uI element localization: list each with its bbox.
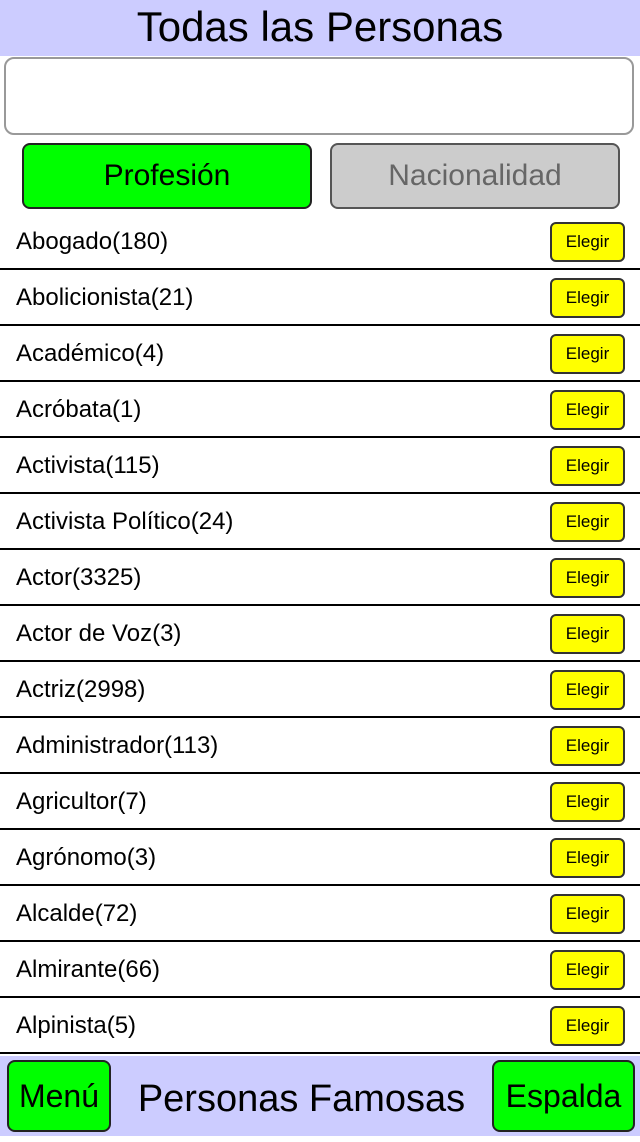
list-item: Abolicionista(21) Elegir xyxy=(0,270,640,326)
list-item-label: Actriz(2998) xyxy=(16,676,146,703)
search-input[interactable] xyxy=(4,57,634,135)
list-item: Almirante(66) Elegir xyxy=(0,942,640,998)
pick-button[interactable]: Elegir xyxy=(550,502,625,542)
list-item-label: Agrónomo(3) xyxy=(16,844,157,871)
list-item: Abogado(180) Elegir xyxy=(0,214,640,270)
footer-bar: Menú Personas Famosas Espalda xyxy=(0,1056,640,1136)
pick-button[interactable]: Elegir xyxy=(550,222,625,262)
list-item: Agricultor(7) Elegir xyxy=(0,774,640,830)
pick-button[interactable]: Elegir xyxy=(550,670,625,710)
back-button[interactable]: Espalda xyxy=(492,1060,635,1132)
pick-button[interactable]: Elegir xyxy=(550,782,625,822)
list-item: Alcalde(72) Elegir xyxy=(0,886,640,942)
pick-button[interactable]: Elegir xyxy=(550,334,625,374)
pick-button[interactable]: Elegir xyxy=(550,278,625,318)
pick-button[interactable]: Elegir xyxy=(550,558,625,598)
pick-button[interactable]: Elegir xyxy=(550,446,625,486)
list-item-label: Almirante(66) xyxy=(16,956,161,983)
list-item-label: Académico(4) xyxy=(16,340,165,367)
list-item: Activista Político(24) Elegir xyxy=(0,494,640,550)
list-item-label: Administrador(113) xyxy=(16,732,219,759)
tab-profession[interactable]: Profesión xyxy=(22,143,312,209)
list-item: Activista(115) Elegir xyxy=(0,438,640,494)
list-item: Actor de Voz(3) Elegir xyxy=(0,606,640,662)
pick-button[interactable]: Elegir xyxy=(550,390,625,430)
footer-title: Personas Famosas xyxy=(137,1078,466,1120)
list-item: Actor(3325) Elegir xyxy=(0,550,640,606)
list-item-label: Agricultor(7) xyxy=(16,788,147,815)
menu-button[interactable]: Menú xyxy=(7,1060,111,1132)
pick-button[interactable]: Elegir xyxy=(550,894,625,934)
list-item-label: Activista Político(24) xyxy=(16,508,234,535)
tab-nationality[interactable]: Nacionalidad xyxy=(330,143,620,209)
list-item: Académico(4) Elegir xyxy=(0,326,640,382)
list-item-label: Actor de Voz(3) xyxy=(16,620,182,647)
list-item-label: Activista(115) xyxy=(16,452,160,479)
list-item: Agrónomo(3) Elegir xyxy=(0,830,640,886)
page-title: Todas las Personas xyxy=(136,3,504,50)
pick-button[interactable]: Elegir xyxy=(550,838,625,878)
header-bar: Todas las Personas xyxy=(0,0,640,56)
pick-button[interactable]: Elegir xyxy=(550,950,625,990)
pick-button[interactable]: Elegir xyxy=(550,1006,625,1046)
list-item-label: Abolicionista(21) xyxy=(16,284,194,311)
list-item-label: Alcalde(72) xyxy=(16,900,138,927)
profession-list[interactable]: Abogado(180) Elegir Abolicionista(21) El… xyxy=(0,214,640,1054)
list-item-label: Acróbata(1) xyxy=(16,396,142,423)
list-item: Acróbata(1) Elegir xyxy=(0,382,640,438)
pick-button[interactable]: Elegir xyxy=(550,726,625,766)
pick-button[interactable]: Elegir xyxy=(550,614,625,654)
list-item-label: Abogado(180) xyxy=(16,228,169,255)
list-item: Actriz(2998) Elegir xyxy=(0,662,640,718)
list-item-label: Actor(3325) xyxy=(16,564,142,591)
list-item: Administrador(113) Elegir xyxy=(0,718,640,774)
list-item-label: Alpinista(5) xyxy=(16,1012,137,1039)
list-item: Alpinista(5) Elegir xyxy=(0,998,640,1054)
